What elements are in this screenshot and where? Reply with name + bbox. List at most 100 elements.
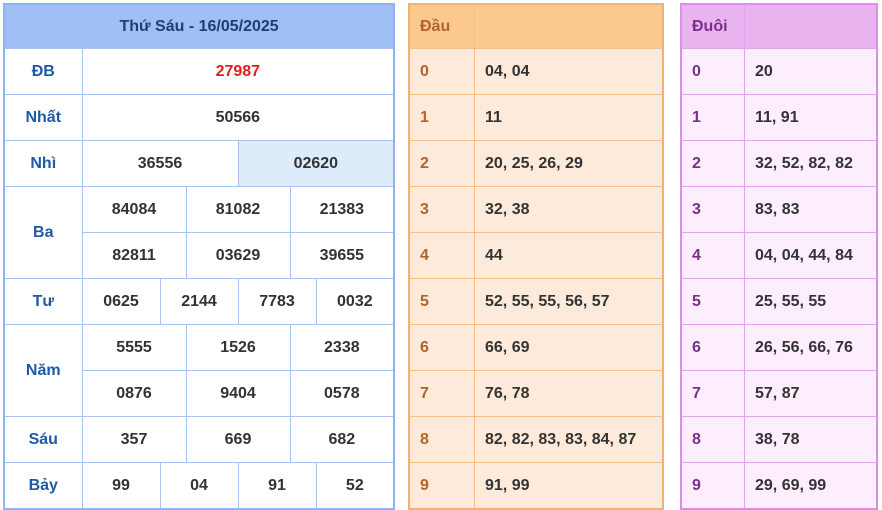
dau-row: 6 66, 69 — [408, 324, 664, 371]
prize-value-bay: 52 — [315, 462, 395, 510]
dau-values: 04, 04 — [474, 48, 664, 95]
prize-row-nhat: Nhất 50566 — [3, 94, 395, 141]
duoi-digit: 4 — [680, 232, 745, 279]
lottery-result-table: Thứ Sáu - 16/05/2025 ĐB 27987 Nhất 50566… — [3, 3, 396, 510]
prize-row-db: ĐB 27987 — [3, 48, 395, 95]
prize-row-ba: Ba 84084 81082 21383 — [3, 186, 395, 279]
prize-value-bay: 99 — [81, 462, 161, 510]
dau-table: Đầu 0 04, 04 1 11 2 20, 25, 26, 29 3 32, 38 … — [408, 3, 664, 510]
prize-value-ba: 03629 — [185, 232, 291, 279]
dau-header-blank — [474, 3, 664, 49]
dau-values: 52, 55, 55, 56, 57 — [474, 278, 664, 325]
dau-values: 91, 99 — [474, 462, 664, 510]
dau-row: 0 04, 04 — [408, 48, 664, 95]
prize-label-ba: Ba — [3, 186, 83, 279]
prize-value-bay: 04 — [159, 462, 239, 510]
dau-values: 20, 25, 26, 29 — [474, 140, 664, 187]
prize-value-nam: 1526 — [185, 324, 291, 371]
duoi-values: 57, 87 — [744, 370, 878, 417]
dau-values: 82, 82, 83, 83, 84, 87 — [474, 416, 664, 463]
prize-value-ba: 84084 — [81, 186, 187, 233]
prize-row-tu: Tư 0625 2144 7783 0032 — [3, 278, 395, 325]
prize-value-db: 27987 — [81, 48, 395, 95]
duoi-header-blank — [744, 3, 878, 49]
duoi-row: 4 04, 04, 44, 84 — [680, 232, 878, 279]
prize-value-nam: 9404 — [185, 370, 291, 417]
dau-values: 11 — [474, 94, 664, 141]
duoi-values: 83, 83 — [744, 186, 878, 233]
prize-value-tu: 0625 — [81, 278, 161, 325]
dau-values: 76, 78 — [474, 370, 664, 417]
prize-row-bay: Bảy 99 04 91 52 — [3, 462, 395, 510]
dau-digit: 5 — [408, 278, 475, 325]
prize-row-nhi: Nhì 36556 02620 — [3, 140, 395, 187]
duoi-values: 04, 04, 44, 84 — [744, 232, 878, 279]
dau-digit: 0 — [408, 48, 475, 95]
prize-label-db: ĐB — [3, 48, 83, 95]
duoi-row: 6 26, 56, 66, 76 — [680, 324, 878, 371]
duoi-digit: 3 — [680, 186, 745, 233]
prize-value-ba: 82811 — [81, 232, 187, 279]
prize-value-nhat: 50566 — [81, 94, 395, 141]
duoi-row: 7 57, 87 — [680, 370, 878, 417]
duoi-row: 5 25, 55, 55 — [680, 278, 878, 325]
prize-row-sau: Sáu 357 669 682 — [3, 416, 395, 463]
dau-row: 9 91, 99 — [408, 462, 664, 510]
prize-value-nam: 0876 — [81, 370, 187, 417]
duoi-digit: 2 — [680, 140, 745, 187]
prize-label-nhat: Nhất — [3, 94, 83, 141]
dau-digit: 4 — [408, 232, 475, 279]
result-date-title: Thứ Sáu - 16/05/2025 — [3, 3, 395, 49]
duoi-digit: 7 — [680, 370, 745, 417]
prize-label-tu: Tư — [3, 278, 83, 325]
dau-digit: 8 — [408, 416, 475, 463]
duoi-digit: 9 — [680, 462, 745, 510]
dau-row: 4 44 — [408, 232, 664, 279]
duoi-values: 11, 91 — [744, 94, 878, 141]
prize-value-tu: 7783 — [237, 278, 317, 325]
duoi-digit: 6 — [680, 324, 745, 371]
prize-value-sau: 357 — [81, 416, 187, 463]
prize-value-nam: 0578 — [289, 370, 395, 417]
dau-row: 8 82, 82, 83, 83, 84, 87 — [408, 416, 664, 463]
prize-label-sau: Sáu — [3, 416, 83, 463]
prize-value-nhi: 02620 — [237, 140, 395, 187]
dau-digit: 9 — [408, 462, 475, 510]
dau-header: Đầu — [408, 3, 475, 49]
dau-digit: 2 — [408, 140, 475, 187]
prize-value-tu: 2144 — [159, 278, 239, 325]
prize-value-nam: 2338 — [289, 324, 395, 371]
dau-digit: 7 — [408, 370, 475, 417]
dau-row: 7 76, 78 — [408, 370, 664, 417]
duoi-row: 0 20 — [680, 48, 878, 95]
duoi-row: 2 32, 52, 82, 82 — [680, 140, 878, 187]
prize-value-nam: 5555 — [81, 324, 187, 371]
duoi-row: 1 11, 91 — [680, 94, 878, 141]
dau-row: 3 32, 38 — [408, 186, 664, 233]
dau-values: 32, 38 — [474, 186, 664, 233]
duoi-values: 20 — [744, 48, 878, 95]
prize-value-tu: 0032 — [315, 278, 395, 325]
dau-digit: 1 — [408, 94, 475, 141]
prize-value-nhi: 36556 — [81, 140, 239, 187]
prize-value-ba: 21383 — [289, 186, 395, 233]
dau-digit: 6 — [408, 324, 475, 371]
dau-row: 1 11 — [408, 94, 664, 141]
duoi-digit: 8 — [680, 416, 745, 463]
duoi-table: Đuôi 0 20 1 11, 91 2 32, 52, 82, 82 3 83, 83… — [680, 3, 878, 510]
duoi-row: 9 29, 69, 99 — [680, 462, 878, 510]
duoi-values: 25, 55, 55 — [744, 278, 878, 325]
prize-value-ba: 81082 — [185, 186, 291, 233]
duoi-values: 29, 69, 99 — [744, 462, 878, 510]
duoi-values: 38, 78 — [744, 416, 878, 463]
prize-label-nhi: Nhì — [3, 140, 83, 187]
prize-value-bay: 91 — [237, 462, 317, 510]
duoi-row: 3 83, 83 — [680, 186, 878, 233]
duoi-digit: 1 — [680, 94, 745, 141]
duoi-values: 32, 52, 82, 82 — [744, 140, 878, 187]
dau-values: 66, 69 — [474, 324, 664, 371]
duoi-digit: 0 — [680, 48, 745, 95]
prize-label-nam: Năm — [3, 324, 83, 417]
prize-label-bay: Bảy — [3, 462, 83, 510]
dau-values: 44 — [474, 232, 664, 279]
